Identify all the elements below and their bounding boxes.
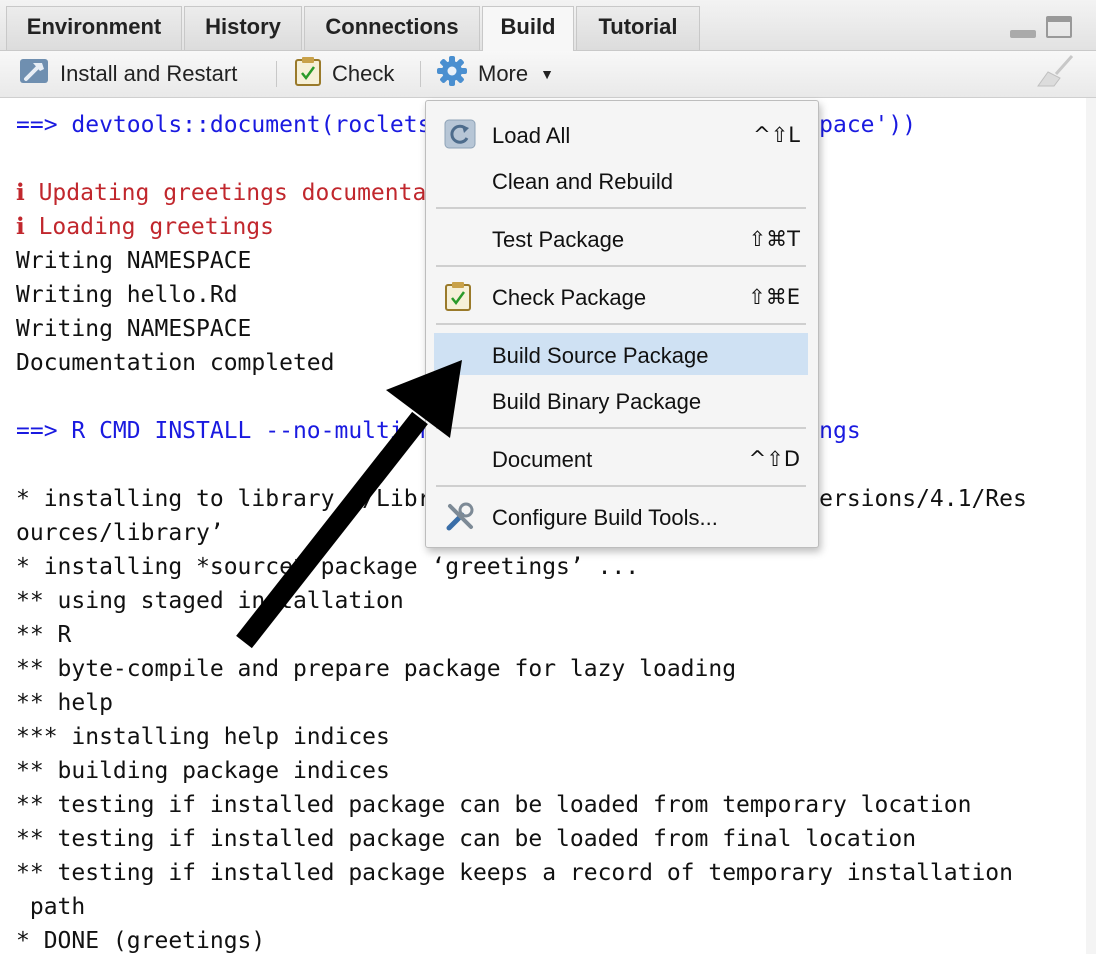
more-menu-button[interactable]: More ▼ [436,56,554,89]
tools-icon [444,501,476,539]
menu-separator [436,427,806,429]
console-line: ** testing if installed package keeps a … [16,860,1013,886]
console-line: ** byte-compile and prepare package for … [16,656,737,682]
install-and-restart-label: Install and Restart [60,61,238,86]
hammer-icon [18,57,50,91]
check-button[interactable]: Check [294,56,395,92]
menu-item-label: Build Source Package [492,343,709,368]
toolbar-divider [276,61,277,87]
console-line: ** testing if installed package can be l… [16,792,972,818]
chevron-down-icon: ▼ [540,66,554,82]
tab-build[interactable]: Build [482,6,574,51]
tab-tutorial[interactable]: Tutorial [576,6,700,50]
menu-item-label: Check Package [492,285,647,310]
console-line: ources/library’ [16,520,224,546]
install-and-restart-button[interactable]: Install and Restart [18,59,237,89]
menu-item-shortcut: ^⇧D [748,447,800,471]
more-dropdown-menu: Load All ^⇧L Clean and Rebuild Test Pack… [425,100,819,548]
console-line: ** R [16,622,72,648]
clipboard-check-icon [444,281,472,317]
menu-separator [436,265,806,267]
menu-item-clean-and-rebuild[interactable]: Clean and Rebuild [434,159,808,201]
tab-connections[interactable]: Connections [304,6,480,50]
console-line: ** building package indices [16,758,390,784]
menu-separator [436,207,806,209]
menu-item-configure-build-tools[interactable]: Configure Build Tools... [434,495,808,537]
build-toolbar: Install and Restart Check More ▼ [0,51,1096,98]
console-line: * DONE (greetings) [16,928,266,954]
clear-console-button[interactable] [1034,55,1074,89]
console-line: path [16,894,86,920]
menu-item-label: Clean and Rebuild [492,169,674,194]
clipboard-check-icon [294,56,322,92]
broom-icon [1034,54,1074,94]
menu-item-shortcut: ⇧⌘T [748,227,800,251]
menu-item-shortcut: ⇧⌘E [748,285,800,309]
tab-environment[interactable]: Environment [6,6,182,50]
minimize-pane-icon[interactable] [1010,30,1036,38]
tab-bar: Environment History Connections Build Tu… [0,0,1096,51]
maximize-pane-icon[interactable] [1046,16,1072,38]
menu-item-label: Build Binary Package [492,389,702,414]
menu-item-build-binary-package[interactable]: Build Binary Package [434,379,808,421]
console-line: Documentation completed [16,350,335,376]
console-line: ** testing if installed package can be l… [16,826,917,852]
console-scrollbar[interactable] [1086,98,1096,954]
console-line: ℹ Updating greetings documentation [16,180,482,206]
menu-separator [436,485,806,487]
console-line: Writing NAMESPACE [16,248,252,274]
check-label: Check [332,61,395,86]
menu-item-label: Load All [492,123,571,148]
menu-item-check-package[interactable]: Check Package ⇧⌘E [434,275,808,317]
console-line: Writing NAMESPACE [16,316,252,342]
console-line: Writing hello.Rd [16,282,238,308]
menu-item-label: Test Package [492,227,625,252]
menu-item-label: Document [492,447,593,472]
toolbar-divider [420,61,421,87]
build-pane: Environment History Connections Build Tu… [0,0,1096,954]
menu-item-test-package[interactable]: Test Package ⇧⌘T [434,217,808,259]
menu-item-document[interactable]: Document ^⇧D [434,437,808,479]
menu-item-build-source-package[interactable]: Build Source Package [434,333,808,375]
more-label: More [478,61,529,86]
menu-separator [436,323,806,325]
console-line: * installing *source* package ‘greetings… [16,554,640,580]
console-line: ** help [16,690,113,716]
console-line: *** installing help indices [16,724,390,750]
console-line: ℹ Loading greetings [16,214,274,240]
console-line: ** using staged installation [16,588,404,614]
menu-item-shortcut: ^⇧L [753,123,800,147]
menu-item-load-all[interactable]: Load All ^⇧L [434,113,808,155]
gear-icon [436,55,468,93]
menu-item-label: Configure Build Tools... [492,505,718,530]
reload-icon [444,119,476,155]
tab-history[interactable]: History [184,6,302,50]
